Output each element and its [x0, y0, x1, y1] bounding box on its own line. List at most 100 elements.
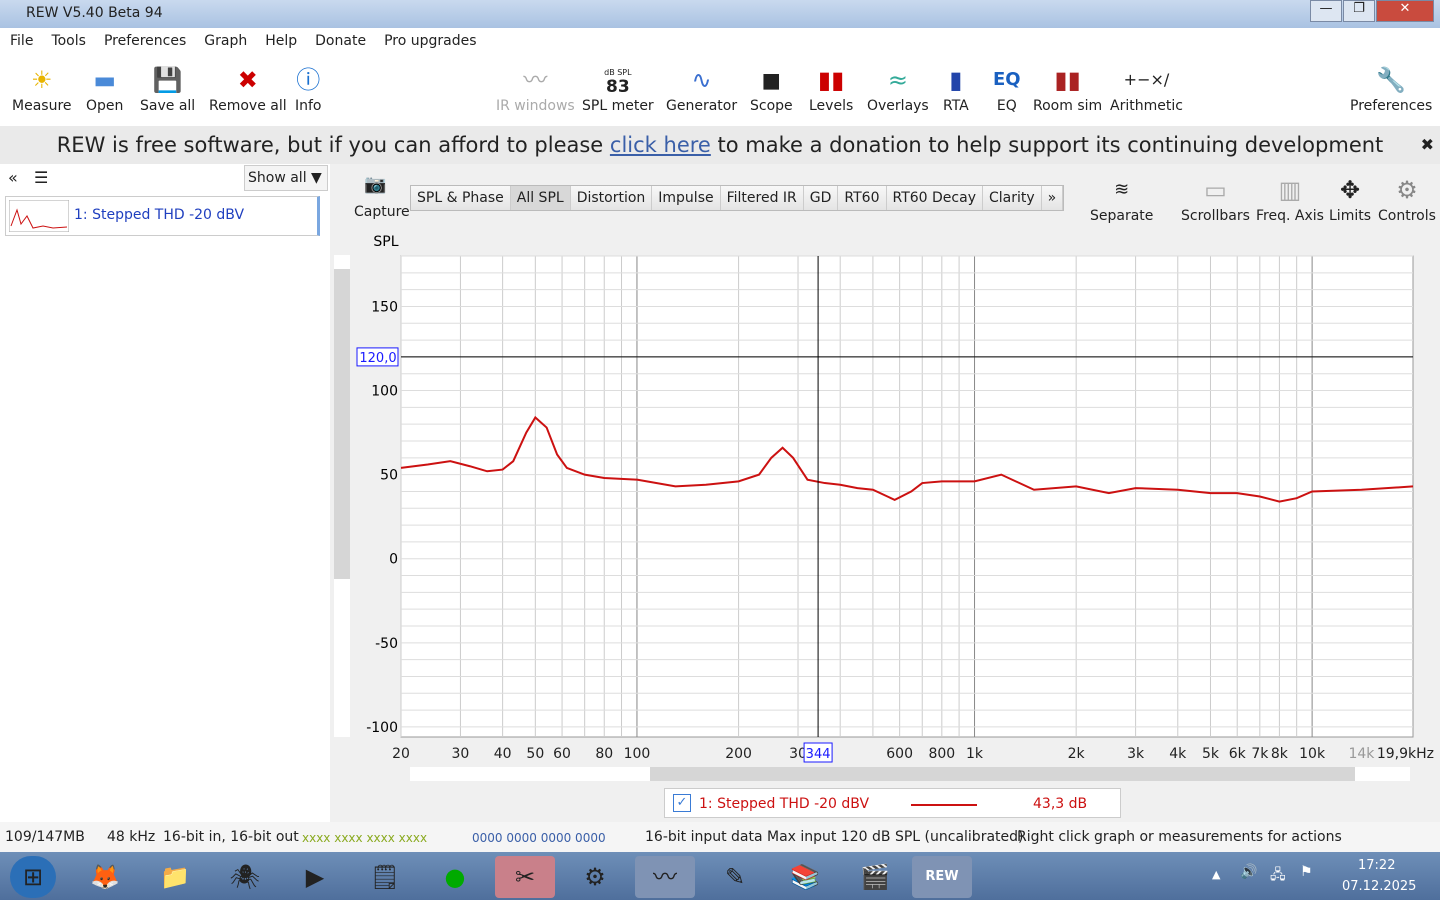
open-button[interactable]: ▬ Open [86, 62, 123, 114]
info-button[interactable]: ⓘ Info [295, 62, 322, 114]
media-player-icon[interactable]: ▶ [285, 856, 345, 898]
ir-windows-button[interactable]: 〰 IR windows [496, 62, 575, 114]
x-tick-label: 100 [624, 746, 651, 762]
scrollbars-button[interactable]: ▭ Scrollbars [1181, 172, 1250, 224]
minimize-button[interactable]: — [1310, 0, 1342, 22]
label: Info [295, 98, 322, 114]
memory-status[interactable]: 109/147MB [5, 829, 85, 845]
save-all-button[interactable]: 💾 Save all [140, 62, 195, 114]
tab-spl-phase[interactable]: SPL & Phase [411, 186, 511, 210]
separate-button[interactable]: ≋ Separate [1090, 172, 1153, 224]
explorer-icon[interactable]: 📁 [145, 856, 205, 898]
firefox-icon[interactable]: 🦊 [75, 856, 135, 898]
wrench-icon: 🔧 [1376, 66, 1407, 94]
generator-button[interactable]: ∿ Generator [666, 62, 737, 114]
capture-label: Capture [354, 204, 410, 220]
label: Scrollbars [1181, 208, 1250, 224]
start-button[interactable]: ⊞ [10, 856, 56, 898]
maximize-button[interactable]: ❐ [1343, 0, 1375, 22]
measurements-panel: « ☰ Show all ▼ 1: Stepped THD -20 dBV [0, 164, 330, 822]
menu-graph[interactable]: Graph [194, 28, 255, 49]
meter-value: 83 [606, 77, 630, 97]
x-tick-label: 800 [928, 746, 955, 762]
tool-app-icon[interactable]: ⚙ [565, 856, 625, 898]
freq-axis-button[interactable]: ▥ Freq. Axis [1256, 172, 1324, 224]
tab-distortion[interactable]: Distortion [570, 186, 653, 210]
x-tick-label: 1k [966, 746, 984, 762]
menu-tools[interactable]: Tools [41, 28, 94, 49]
menu-pro-upgrades[interactable]: Pro upgrades [374, 28, 484, 49]
tab-rt60[interactable]: RT60 [838, 186, 887, 210]
flag-icon[interactable]: ⚑ [1300, 864, 1313, 880]
input-levels: xxxx xxxx xxxx xxxx [302, 831, 428, 845]
tab-impulse[interactable]: Impulse [652, 186, 721, 210]
winrar-icon[interactable]: 📚 [775, 856, 835, 898]
levels-button[interactable]: ▮▮ Levels [809, 62, 853, 114]
scope-button[interactable]: ◼ Scope [750, 62, 793, 114]
limits-icon: ✥ [1339, 176, 1361, 204]
label: EQ [996, 98, 1017, 114]
tab-more[interactable]: » [1041, 186, 1064, 210]
close-button[interactable]: ✕ [1376, 0, 1434, 22]
close-banner-button[interactable]: ✖ [1421, 126, 1434, 164]
remove-all-button[interactable]: ✖ Remove all [209, 62, 287, 114]
green-app-icon[interactable]: ● [425, 856, 485, 898]
vertical-scrollbar[interactable] [334, 255, 350, 737]
menu-preferences[interactable]: Preferences [94, 28, 194, 49]
rta-button[interactable]: ▮ RTA [943, 62, 969, 114]
label: SPL meter [582, 98, 654, 114]
output-levels: 0000 0000 0000 0000 [472, 831, 606, 845]
scrollbars-icon: ▭ [1204, 176, 1227, 204]
capture-button[interactable]: 📷 [364, 174, 386, 195]
tray-arrow-icon[interactable]: ▲ [1212, 868, 1220, 881]
room-sim-button[interactable]: ▮▮ Room sim [1033, 62, 1102, 114]
rew-scope-icon[interactable]: 〰 [635, 856, 695, 898]
rew-app-icon[interactable]: REW [912, 856, 972, 898]
label: Scope [750, 98, 793, 114]
measurement-item[interactable]: 1: Stepped THD -20 dBV [5, 196, 320, 236]
x-tick-label: 30 [452, 746, 470, 762]
measure-icon: ☀ [30, 66, 53, 94]
tab-clarity[interactable]: Clarity [982, 186, 1042, 210]
limits-button[interactable]: ✥ Limits [1329, 172, 1371, 224]
donate-link[interactable]: click here [610, 133, 711, 157]
arithmetic-icon: +−×/ [1123, 70, 1170, 89]
spider-app-icon[interactable]: 🕷 [215, 856, 275, 898]
show-all-dropdown[interactable]: Show all ▼ [244, 165, 328, 191]
x-tick-label: 40 [494, 746, 512, 762]
eq-button[interactable]: EQ EQ [993, 62, 1021, 114]
volume-icon[interactable]: 🔊 [1240, 864, 1257, 880]
overlays-button[interactable]: ≈ Overlays [867, 62, 929, 114]
snipping-tool-icon[interactable]: ✂ [495, 856, 555, 898]
y-tick-label: 150 [371, 299, 398, 315]
clock-time[interactable]: 17:22 [1358, 858, 1395, 873]
clock-date[interactable]: 07.12.2025 [1342, 879, 1416, 894]
spl-chart[interactable]: SPL150100500-50-10020 30 40 50 60 80 100 200 30 6… [350, 230, 1440, 790]
legend-checkbox[interactable]: ✓ [673, 794, 691, 812]
tab-all-spl[interactable]: All SPL [510, 186, 571, 210]
video-app-icon[interactable]: 🎬 [845, 856, 905, 898]
preferences-button[interactable]: 🔧 Preferences [1350, 62, 1432, 114]
network-icon[interactable]: 🖧 [1270, 864, 1286, 888]
tab-rt60-decay[interactable]: RT60 Decay [886, 186, 983, 210]
controls-button[interactable]: ⚙ Controls [1378, 172, 1436, 224]
label: Save all [140, 98, 196, 114]
toolbar: ☀ Measure ▬ Open 💾 Save all ✖ Remove all ⓘ In… [0, 56, 1440, 126]
label: Generator [666, 98, 738, 114]
menu-donate[interactable]: Donate [305, 28, 374, 49]
label: Limits [1329, 208, 1371, 224]
tab-filtered-ir[interactable]: Filtered IR [720, 186, 804, 210]
menu-icon[interactable]: ☰ [34, 168, 48, 187]
window-title: REW V5.40 Beta 94 [26, 5, 163, 21]
arithmetic-button[interactable]: +−×/ Arithmetic [1110, 62, 1183, 114]
horizontal-scrollbar[interactable] [410, 767, 1410, 781]
measure-button[interactable]: ☀ Measure [12, 62, 72, 114]
menu-help[interactable]: Help [255, 28, 305, 49]
menu-file[interactable]: File [0, 28, 41, 49]
spl-meter-button[interactable]: dB SPL 83 SPL meter [582, 62, 654, 114]
purple-app-icon[interactable]: ✎ [705, 856, 765, 898]
tab-gd[interactable]: GD [803, 186, 839, 210]
collapse-icon[interactable]: « [8, 168, 18, 187]
graph-tabs: SPL & Phase All SPL Distortion Impulse Filte… [410, 185, 1065, 211]
sticky-notes-icon[interactable]: 🗒 [355, 856, 415, 898]
